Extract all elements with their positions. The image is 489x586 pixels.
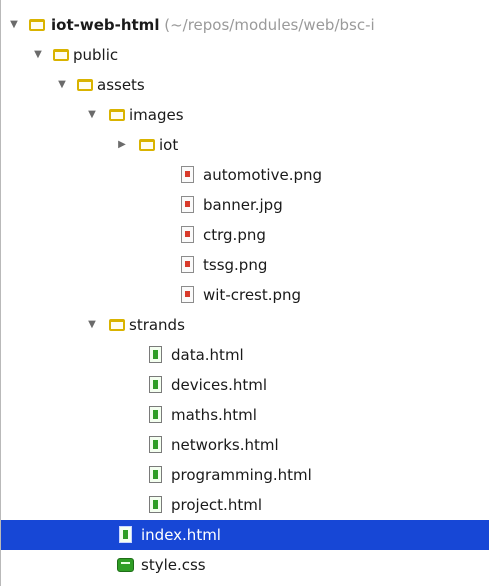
- tree-node-file[interactable]: programming.html: [1, 460, 489, 490]
- image-file-icon: [181, 226, 194, 243]
- image-file-icon: [181, 286, 194, 303]
- project-path: (~/repos/modules/web/bsc-i: [159, 16, 375, 34]
- expanded-chevron-icon[interactable]: ▼: [31, 40, 45, 70]
- project-tree-panel: ▼ iot-web-html (~/repos/modules/web/bsc-…: [0, 0, 489, 586]
- tree-node-file[interactable]: ctrg.png: [1, 220, 489, 250]
- tree-node-label: project.html: [171, 496, 262, 514]
- html-file-icon: [149, 376, 162, 393]
- tree-node-file[interactable]: tssg.png: [1, 250, 489, 280]
- tree-node-label: banner.jpg: [203, 196, 283, 214]
- tree-node-label: iot-web-html (~/repos/modules/web/bsc-i: [51, 10, 375, 40]
- tree-node-label: tssg.png: [203, 256, 268, 274]
- tree-node-file[interactable]: devices.html: [1, 370, 489, 400]
- html-file-icon: [119, 526, 132, 543]
- image-file-icon: [181, 166, 194, 183]
- image-file-icon: [181, 196, 194, 213]
- expanded-chevron-icon[interactable]: ▼: [55, 70, 69, 100]
- css-file-icon: [117, 558, 134, 572]
- html-file-icon: [149, 496, 162, 513]
- tree-node-images[interactable]: ▼ images: [1, 100, 489, 130]
- tree-node-label: programming.html: [171, 466, 312, 484]
- tree-node-index-selected[interactable]: index.html: [1, 520, 489, 550]
- tree-node-public[interactable]: ▼ public: [1, 40, 489, 70]
- tree-node-label: index.html: [141, 526, 221, 544]
- tree-node-label: data.html: [171, 346, 244, 364]
- tree-node-file[interactable]: data.html: [1, 340, 489, 370]
- tree-node-root[interactable]: ▼ iot-web-html (~/repos/modules/web/bsc-…: [1, 10, 489, 40]
- expanded-chevron-icon[interactable]: ▼: [85, 310, 99, 340]
- folder-icon: [77, 79, 93, 91]
- tree-node-file[interactable]: maths.html: [1, 400, 489, 430]
- expanded-chevron-icon[interactable]: ▼: [85, 100, 99, 130]
- tree-node-label: strands: [129, 316, 185, 334]
- tree-node-file[interactable]: banner.jpg: [1, 190, 489, 220]
- folder-icon: [109, 319, 125, 331]
- project-name: iot-web-html: [51, 16, 160, 34]
- tree-node-label: maths.html: [171, 406, 257, 424]
- folder-icon: [139, 139, 155, 151]
- tree-node-label: wit-crest.png: [203, 286, 302, 304]
- tree-node-style-css[interactable]: style.css: [1, 550, 489, 580]
- folder-icon: [53, 49, 69, 61]
- expanded-chevron-icon[interactable]: ▼: [7, 10, 21, 40]
- tree-node-file[interactable]: automotive.png: [1, 160, 489, 190]
- file-tree: ▼ iot-web-html (~/repos/modules/web/bsc-…: [1, 10, 489, 580]
- tree-node-label: automotive.png: [203, 166, 323, 184]
- folder-icon: [109, 109, 125, 121]
- tree-node-label: public: [73, 46, 119, 64]
- html-file-icon: [149, 406, 162, 423]
- tree-node-file[interactable]: project.html: [1, 490, 489, 520]
- tree-node-file[interactable]: wit-crest.png: [1, 280, 489, 310]
- tree-node-strands[interactable]: ▼ strands: [1, 310, 489, 340]
- tree-node-file[interactable]: networks.html: [1, 430, 489, 460]
- tree-node-label: assets: [97, 76, 145, 94]
- tree-node-iot[interactable]: ▶ iot: [1, 130, 489, 160]
- tree-node-assets[interactable]: ▼ assets: [1, 70, 489, 100]
- tree-node-label: images: [129, 106, 184, 124]
- folder-icon: [29, 19, 45, 31]
- tree-node-label: networks.html: [171, 436, 279, 454]
- collapsed-chevron-icon[interactable]: ▶: [115, 130, 129, 160]
- tree-node-label: style.css: [141, 556, 206, 574]
- html-file-icon: [149, 466, 162, 483]
- tree-node-label: devices.html: [171, 376, 268, 394]
- image-file-icon: [181, 256, 194, 273]
- tree-node-label: iot: [159, 136, 179, 154]
- html-file-icon: [149, 436, 162, 453]
- html-file-icon: [149, 346, 162, 363]
- tree-node-label: ctrg.png: [203, 226, 266, 244]
